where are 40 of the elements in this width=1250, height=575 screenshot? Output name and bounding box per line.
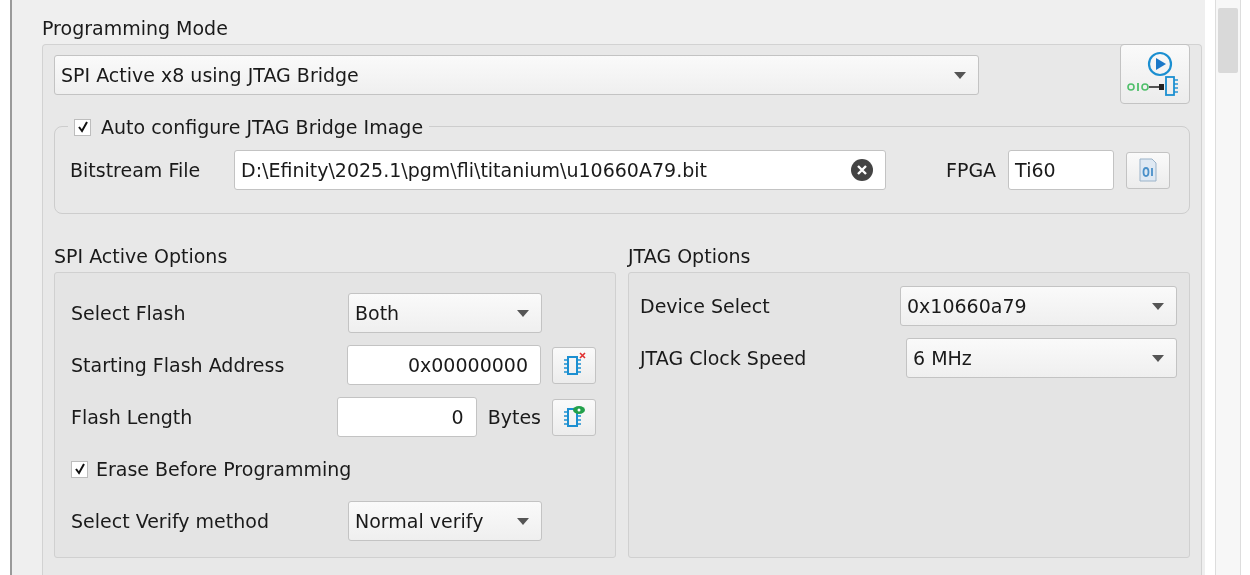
binary-button[interactable]: [1126, 151, 1171, 189]
scrollbar[interactable]: [1215, 0, 1241, 575]
field-label: JTAG Clock Speed: [640, 347, 808, 369]
dropdown[interactable]: Normal verify: [348, 501, 542, 541]
chip-button[interactable]: [552, 398, 596, 436]
field-label: Flash Length: [71, 406, 194, 428]
section-title: Programming Mode: [42, 16, 229, 41]
checkbox-label: Erase Before Programming: [96, 458, 352, 480]
checkbox-label: Auto configure JTAG Bridge Image: [101, 116, 424, 138]
checkbox[interactable]: [74, 118, 91, 136]
erase-button[interactable]: [552, 346, 596, 384]
file-icon: [1139, 158, 1158, 182]
input-field[interactable]: 0: [336, 397, 477, 437]
clear-icon[interactable]: [851, 159, 873, 181]
scroll-thumb[interactable]: [1218, 8, 1238, 73]
field-label: Select Flash: [71, 302, 187, 324]
input-field[interactable]: Ti60: [1008, 150, 1115, 190]
chip-pin-icon: [561, 404, 587, 430]
dropdown[interactable]: Both: [348, 293, 542, 333]
input-field[interactable]: 0x00000000: [347, 345, 541, 385]
unit-label: Bytes: [487, 406, 541, 428]
field-label: Starting Flash Address: [71, 354, 286, 376]
caret-icon: [1152, 354, 1164, 362]
field-label: Device Select: [640, 295, 771, 317]
section-title: SPI Active Options: [54, 244, 229, 269]
chip-delete-icon: [561, 352, 587, 378]
field-label: Bitstream File: [70, 159, 202, 181]
caret-icon: [954, 71, 966, 79]
field-label: FPGA: [946, 159, 997, 181]
section-title: JTAG Options: [628, 244, 752, 269]
file-path-field[interactable]: D:\Efinity\2025.1\pgm\fli\titanium\u10660A79.bit: [234, 150, 886, 190]
mode-dropdown[interactable]: SPI Active x8 using JTAG Bridge: [54, 55, 979, 95]
program-button[interactable]: [1120, 44, 1190, 104]
field-label: Select Verify method: [71, 510, 270, 532]
checkbox[interactable]: [71, 460, 88, 478]
caret-icon: [517, 517, 529, 525]
caret-icon: [1152, 302, 1164, 310]
dropdown[interactable]: 6 MHz: [906, 338, 1177, 378]
caret-icon: [517, 309, 529, 317]
dropdown[interactable]: 0x10660a79: [900, 286, 1177, 326]
